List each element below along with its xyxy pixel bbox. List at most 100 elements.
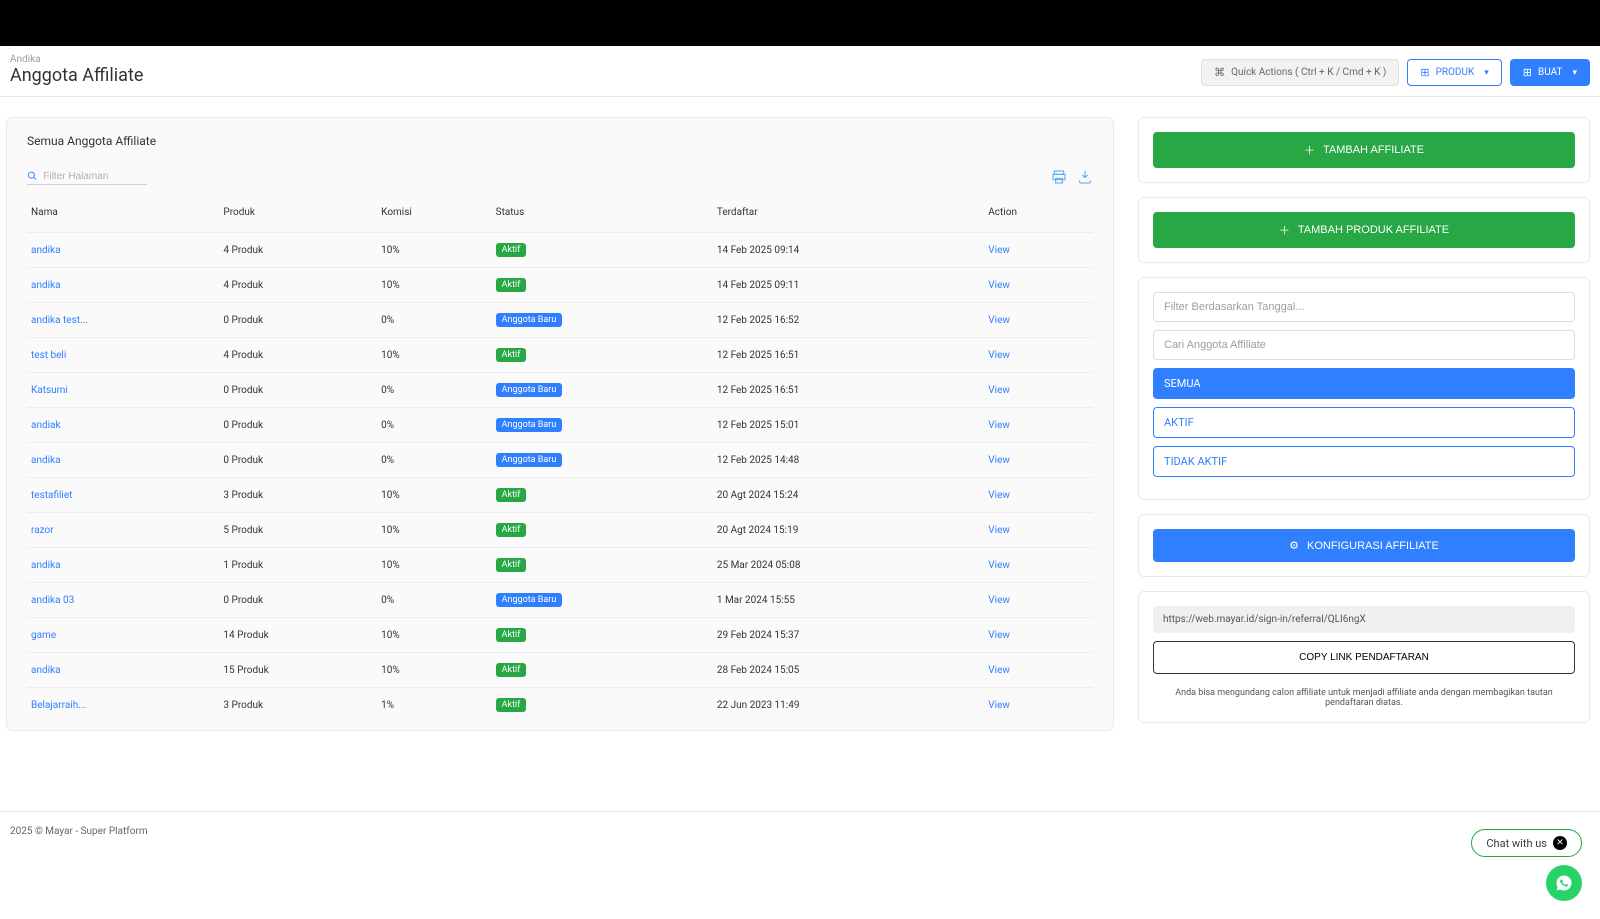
view-link[interactable]: View: [988, 560, 1010, 571]
row-produk: 4 Produk: [219, 233, 377, 268]
table-row: andiak0 Produk0%Anggota Baru12 Feb 2025 …: [27, 408, 1093, 443]
col-produk: Produk: [219, 199, 377, 233]
table-row: andika4 Produk10%Aktif14 Feb 2025 09:14V…: [27, 233, 1093, 268]
row-produk: 4 Produk: [219, 268, 377, 303]
table-row: Belajarraih...3 Produk1%Aktif22 Jun 2023…: [27, 688, 1093, 723]
quick-actions-button[interactable]: ⌘ Quick Actions ( Ctrl + K / Cmd + K ): [1201, 59, 1399, 86]
row-produk: 0 Produk: [219, 303, 377, 338]
referral-card: https://web.mayar.id/sign-in/referral/QL…: [1138, 591, 1590, 723]
tambah-produk-button[interactable]: ＋ TAMBAH PRODUK AFFILIATE: [1153, 212, 1575, 248]
cari-anggota-input[interactable]: [1153, 330, 1575, 360]
print-icon[interactable]: [1051, 169, 1067, 185]
view-link[interactable]: View: [988, 280, 1010, 291]
row-name-link[interactable]: razor: [31, 525, 54, 536]
view-link[interactable]: View: [988, 630, 1010, 641]
row-name-link[interactable]: andika: [31, 665, 61, 676]
view-link[interactable]: View: [988, 315, 1010, 326]
chat-widget: Chat with us ✕: [1471, 829, 1582, 901]
status-badge: Aktif: [496, 558, 527, 572]
row-name-link[interactable]: andika 03: [31, 595, 74, 606]
chevron-down-icon: ▾: [1484, 68, 1489, 78]
row-name-link[interactable]: andika: [31, 455, 61, 466]
view-link[interactable]: View: [988, 350, 1010, 361]
table-row: andika15 Produk10%Aktif28 Feb 2024 15:05…: [27, 653, 1093, 688]
row-name-link[interactable]: andika test...: [31, 315, 88, 326]
row-terdaftar: 25 Mar 2024 05:08: [713, 548, 984, 583]
view-link[interactable]: View: [988, 490, 1010, 501]
table-row: andika0 Produk0%Anggota Baru12 Feb 2025 …: [27, 443, 1093, 478]
view-link[interactable]: View: [988, 455, 1010, 466]
konfigurasi-card: ⚙ KONFIGURASI AFFILIATE: [1138, 514, 1590, 577]
plus-icon: ＋: [1304, 142, 1315, 158]
row-produk: 3 Produk: [219, 688, 377, 723]
view-link[interactable]: View: [988, 700, 1010, 711]
view-link[interactable]: View: [988, 385, 1010, 396]
search-input-wrap[interactable]: [27, 168, 147, 185]
row-terdaftar: 29 Feb 2024 15:37: [713, 618, 984, 653]
status-badge: Aktif: [496, 488, 527, 502]
download-icon[interactable]: [1077, 169, 1093, 185]
col-nama: Nama: [27, 199, 219, 233]
row-produk: 0 Produk: [219, 373, 377, 408]
row-terdaftar: 28 Feb 2024 15:05: [713, 653, 984, 688]
row-name-link[interactable]: andika: [31, 245, 61, 256]
chat-bubble[interactable]: Chat with us ✕: [1471, 829, 1582, 857]
row-name-link[interactable]: andiak: [31, 420, 61, 431]
row-name-link[interactable]: testafiliet: [31, 490, 72, 501]
row-produk: 1 Produk: [219, 548, 377, 583]
filter-tanggal-input[interactable]: [1153, 292, 1575, 322]
row-name-link[interactable]: andika: [31, 560, 61, 571]
view-link[interactable]: View: [988, 420, 1010, 431]
row-name-link[interactable]: game: [31, 630, 56, 641]
row-terdaftar: 1 Mar 2024 15:55: [713, 583, 984, 618]
row-komisi: 0%: [377, 443, 491, 478]
page-header: Andika Anggota Affiliate ⌘ Quick Actions…: [0, 46, 1600, 97]
tambah-affiliate-button[interactable]: ＋ TAMBAH AFFILIATE: [1153, 132, 1575, 168]
view-link[interactable]: View: [988, 665, 1010, 676]
view-link[interactable]: View: [988, 525, 1010, 536]
konfigurasi-button[interactable]: ⚙ KONFIGURASI AFFILIATE: [1153, 529, 1575, 562]
status-badge: Aktif: [496, 663, 527, 677]
row-komisi: 1%: [377, 688, 491, 723]
row-produk: 0 Produk: [219, 583, 377, 618]
row-komisi: 0%: [377, 303, 491, 338]
view-link[interactable]: View: [988, 595, 1010, 606]
table-row: Katsumi0 Produk0%Anggota Baru12 Feb 2025…: [27, 373, 1093, 408]
row-komisi: 0%: [377, 408, 491, 443]
quick-actions-label: Quick Actions ( Ctrl + K / Cmd + K ): [1231, 67, 1386, 78]
produk-dropdown-button[interactable]: ⊞ PRODUK ▾: [1407, 59, 1501, 86]
row-produk: 4 Produk: [219, 338, 377, 373]
top-bar: [0, 0, 1600, 46]
filter-page-input[interactable]: [43, 171, 147, 182]
add-affiliate-card: ＋ TAMBAH AFFILIATE: [1138, 117, 1590, 183]
filter-semua[interactable]: SEMUA: [1153, 368, 1575, 399]
close-icon[interactable]: ✕: [1553, 836, 1567, 850]
filter-tidak-aktif[interactable]: TIDAK AKTIF: [1153, 446, 1575, 477]
konfigurasi-label: KONFIGURASI AFFILIATE: [1307, 540, 1439, 552]
row-komisi: 10%: [377, 233, 491, 268]
row-name-link[interactable]: Belajarraih...: [31, 700, 86, 711]
row-produk: 3 Produk: [219, 478, 377, 513]
status-badge: Aktif: [496, 348, 527, 362]
affiliate-table-panel: Semua Anggota Affiliate Nama Produk Komi…: [6, 117, 1114, 731]
filter-card: SEMUA AKTIF TIDAK AKTIF: [1138, 277, 1590, 500]
filter-aktif[interactable]: AKTIF: [1153, 407, 1575, 438]
copy-link-button[interactable]: COPY LINK PENDAFTARAN: [1153, 641, 1575, 674]
row-name-link[interactable]: test beli: [31, 350, 66, 361]
search-icon: [27, 170, 37, 182]
produk-label: PRODUK: [1436, 67, 1475, 78]
row-name-link[interactable]: andika: [31, 280, 61, 291]
row-komisi: 10%: [377, 513, 491, 548]
row-komisi: 10%: [377, 653, 491, 688]
view-link[interactable]: View: [988, 245, 1010, 256]
row-komisi: 10%: [377, 338, 491, 373]
row-name-link[interactable]: Katsumi: [31, 385, 68, 396]
buat-label: BUAT: [1538, 67, 1562, 78]
buat-dropdown-button[interactable]: ⊞ BUAT ▾: [1510, 59, 1590, 86]
row-produk: 14 Produk: [219, 618, 377, 653]
add-produk-card: ＋ TAMBAH PRODUK AFFILIATE: [1138, 197, 1590, 263]
row-terdaftar: 14 Feb 2025 09:14: [713, 233, 984, 268]
whatsapp-button[interactable]: [1546, 865, 1582, 901]
row-terdaftar: 12 Feb 2025 16:52: [713, 303, 984, 338]
status-badge: Aktif: [496, 523, 527, 537]
